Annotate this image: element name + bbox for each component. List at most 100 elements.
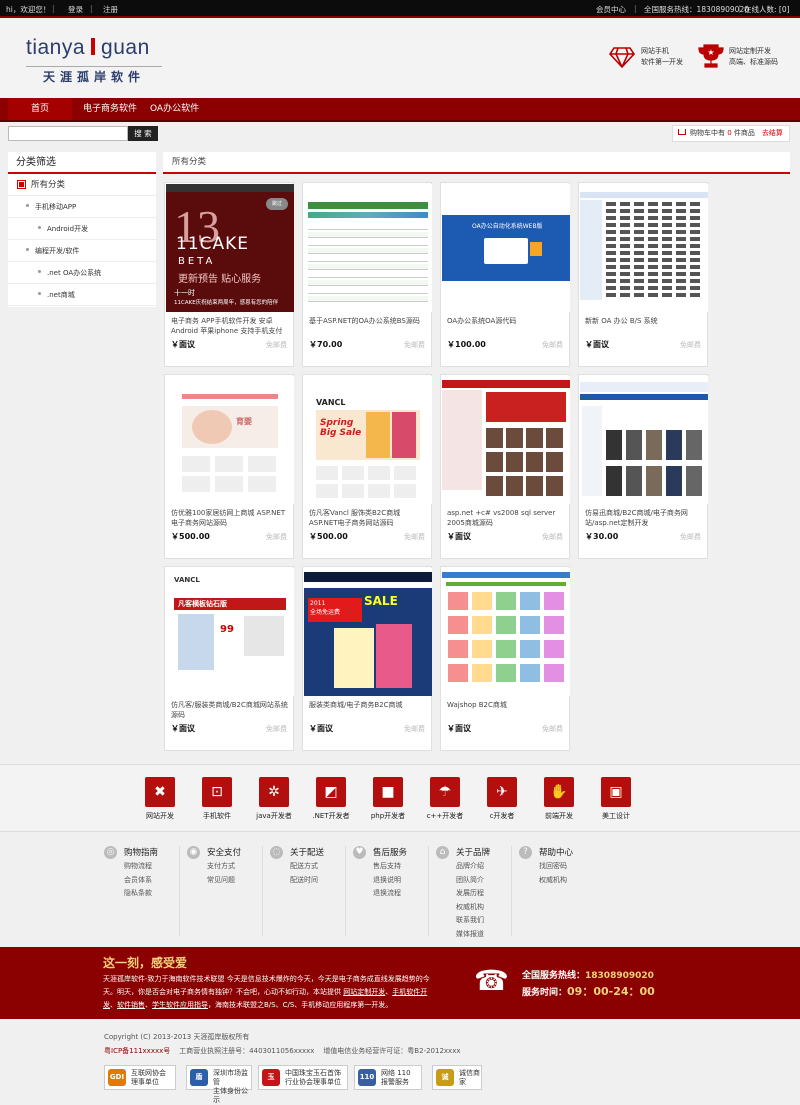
cart-icon [678,129,686,135]
product-name[interactable]: 新新 OA 办公 B/S 系统 [585,316,705,338]
home-icon: ⌂ [436,846,449,859]
nav-home[interactable]: 首页 [8,98,72,120]
certification-badge[interactable]: GDI 互联网协会 理事单位 [104,1065,176,1090]
category-link[interactable]: ✋ 前端开发 [534,777,584,821]
help-link[interactable]: 退换流程 [373,887,407,901]
help-link[interactable]: 购物流程 [124,860,158,874]
product-image[interactable]: 2011 全场免运费 SALE [304,568,432,696]
product-name[interactable]: asp.net +c# vs2008 sql server 2005商城源码 [447,508,567,530]
product-card[interactable]: Wajshop B2C商城 ￥面议 免邮费 [440,566,570,751]
certification-badge[interactable]: 110 网络 110 报警服务 [354,1065,422,1090]
category-link[interactable]: ◩ .NET开发者 [306,777,356,821]
category-label: 手机软件 [203,812,231,820]
product-image[interactable]: VANCL Spring Big Sale [304,376,432,504]
product-name[interactable]: 仿易迅商城/B2C商城/电子商务网站/asp.net定制开发 [585,508,705,530]
search-input[interactable] [8,126,128,141]
category-link[interactable]: ✲ java开发者 [249,777,299,821]
product-name[interactable]: 仿优雅100家居纺网上商城 ASP.NET电子商务网站源码 [171,508,291,530]
help-column: ◌ 关于配送 配送方式 配送时间 [270,846,324,888]
category-link[interactable]: ▣ 美工设计 [591,777,641,821]
help-link[interactable]: 退换说明 [373,874,407,888]
product-name[interactable]: 基于ASP.NET的OA办公系统BS源码 [309,316,429,338]
product-name[interactable]: 电子商务 APP手机软件开发 安卓Android 苹果iphone 支持手机支付 [171,316,291,338]
link-custom-dev[interactable]: 网站定制开发 [343,988,385,996]
product-name[interactable]: Wajshop B2C商城 [447,700,567,722]
shipping-badge: 免邮费 [266,341,287,349]
help-link[interactable]: 配送方式 [290,860,324,874]
product-card[interactable]: 仿易迅商城/B2C商城/电子商务网站/asp.net定制开发 ￥30.00 免邮费 [578,374,708,559]
link-student-guide[interactable]: 学生软件应用指导 [152,1001,208,1009]
icp-number[interactable]: 粤ICP备111xxxxx号 [104,1047,170,1055]
sidebar-item[interactable]: 编程开发/软件 [8,240,156,262]
product-card[interactable]: 育婴 仿优雅100家居纺网上商城 ASP.NET电子商务网站源码 ￥500.00 免邮… [164,374,294,559]
product-image[interactable]: VANCL 凡客横板钻石版 99 [166,568,294,696]
product-image[interactable]: 13 11CAKE BETA 更新预告 贴心服务 十一时 11CAKE庆祝结束两周年，感恩… [166,184,294,312]
trophy-icon: ★ [698,44,724,68]
nav-oa[interactable]: OA办公软件 [140,98,209,120]
product-card[interactable]: VANCL 凡客横板钻石版 99 仿凡客/服装类商城/B2C商城网站系统源码 ￥面议 免邮… [164,566,294,751]
product-card[interactable]: 基于ASP.NET的OA办公系统BS源码 ￥70.00 免邮费 [302,182,432,367]
help-link[interactable]: 支付方式 [207,860,241,874]
help-link[interactable]: 权威机构 [539,874,573,888]
product-image[interactable] [442,568,570,696]
help-link[interactable]: 权威机构 [456,901,490,915]
category-label: c开发者 [489,812,515,820]
product-image[interactable]: OA办公自动化系统WEB版 [442,184,570,312]
help-link[interactable]: 隐私条款 [124,887,158,901]
certification-badge[interactable]: 玉中国珠宝玉石首饰 行业协会理事单位 [258,1065,348,1090]
promo-description: 天涯孤岸软件-致力于海南软件技术联盟 今天是信息技术爆炸的今天，今天是电子商务成… [103,975,430,1009]
help-link[interactable]: 会员体系 [124,874,158,888]
help-link[interactable]: 品牌介绍 [456,860,490,874]
certification-badge[interactable]: 盾深圳市场监管 主体身份公示 [186,1065,252,1104]
top-bar: hi，欢迎您！ | 登录 | 注册 会员中心 | 全国服务热线：18308909… [0,0,800,18]
logo[interactable]: tianya guan [26,36,150,60]
category-link[interactable]: ✖ 网站开发 [135,777,185,821]
sidebar-item[interactable]: Android开发 [8,218,156,240]
certification-badge[interactable]: 诚诚信商家 [432,1065,482,1090]
help-link[interactable]: 联系我们 [456,914,490,928]
product-price: ￥面议 [171,340,195,349]
help-link[interactable]: 发展历程 [456,887,490,901]
category-link[interactable]: ■ php开发者 [363,777,413,821]
product-card[interactable]: 新新 OA 办公 B/S 系统 ￥面议 免邮费 [578,182,708,367]
help-link[interactable]: 配送时间 [290,874,324,888]
product-image[interactable] [442,376,570,504]
product-image[interactable] [304,184,432,312]
product-name[interactable]: 仿凡客/服装类商城/B2C商城网站系统源码 [171,700,291,722]
product-card[interactable]: VANCL Spring Big Sale 仿凡客Vancl 服饰类B2C商城 ASP… [302,374,432,559]
product-card[interactable]: OA办公自动化系统WEB版 OA办公系统OA源代码 ￥100.00 免邮费 [440,182,570,367]
checkout-link[interactable]: 去结算 [762,129,783,137]
product-name[interactable]: 仿凡客Vancl 服饰类B2C商城 ASP.NET电子商务网站源码 [309,508,429,530]
column-divider [345,846,346,936]
register-link[interactable]: 注册 [103,4,118,15]
product-name[interactable]: 服装类商城/电子商务B2C商城 [309,700,429,722]
help-link[interactable]: 常见问题 [207,874,241,888]
help-link[interactable]: 媒体报道 [456,928,490,942]
login-link[interactable]: 登录 [68,4,83,15]
product-card[interactable]: 13 11CAKE BETA 更新预告 贴心服务 十一时 11CAKE庆祝结束两周年，感恩… [164,182,294,367]
product-image[interactable] [580,184,708,312]
category-link[interactable]: ✈ c开发者 [477,777,527,821]
question-icon: ? [519,846,532,859]
nav-ecommerce[interactable]: 电子商务软件 [73,98,147,120]
product-card[interactable]: 2011 全场免运费 SALE 服装类商城/电子商务B2C商城 ￥面议 免邮费 [302,566,432,751]
product-image[interactable] [580,376,708,504]
help-link[interactable]: 团队简介 [456,874,490,888]
link-software-sales[interactable]: 软件销售 [117,1001,145,1009]
main-nav: 首页 电子商务软件 OA办公软件 [0,98,800,122]
sidebar-item[interactable]: .net商城 [8,284,156,306]
search-button[interactable]: 搜 索 [128,126,158,141]
category-link[interactable]: ⊡ 手机软件 [192,777,242,821]
sidebar-item[interactable]: 手机移动APP [8,196,156,218]
cart-summary[interactable]: 购物车中有 0 件商品 去结算 [672,125,790,142]
help-link[interactable]: 找回密码 [539,860,573,874]
product-name[interactable]: OA办公系统OA源代码 [447,316,567,338]
category-link[interactable]: ☂ c++开发者 [420,777,470,821]
help-link[interactable]: 售后支持 [373,860,407,874]
product-card[interactable]: asp.net +c# vs2008 sql server 2005商城源码 ￥面… [440,374,570,559]
sidebar-item[interactable]: 所有分类 [8,174,156,196]
product-image[interactable]: 育婴 [166,376,294,504]
member-center-link[interactable]: 会员中心 [596,4,626,15]
category-label: java开发者 [256,812,292,820]
sidebar-item[interactable]: .net OA办公系统 [8,262,156,284]
